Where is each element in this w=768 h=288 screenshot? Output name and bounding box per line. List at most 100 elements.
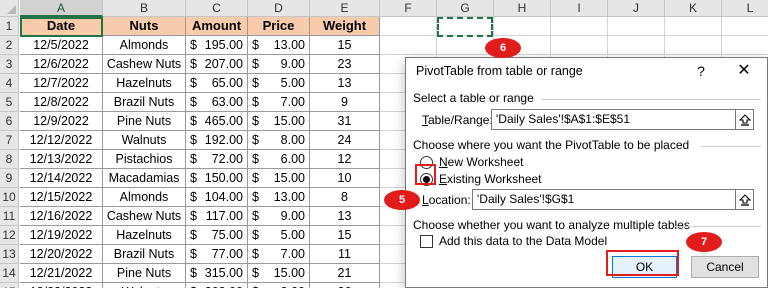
nuts-cell[interactable]: Cashew Nuts — [103, 207, 186, 226]
date-cell[interactable]: 12/8/2022 — [20, 93, 103, 112]
price-cell[interactable]: $5.00 — [248, 74, 310, 93]
weight-cell[interactable]: 12 — [310, 150, 380, 169]
amount-cell[interactable]: $315.00 — [186, 264, 248, 283]
nuts-cell[interactable]: Pistachios — [103, 150, 186, 169]
weight-cell[interactable]: 11 — [310, 245, 380, 264]
empty-cell[interactable] — [608, 36, 665, 55]
column-header-k[interactable]: K — [665, 0, 722, 17]
price-cell[interactable]: $15.00 — [248, 264, 310, 283]
empty-cell[interactable] — [494, 17, 551, 36]
column-header-l[interactable]: L — [722, 0, 768, 17]
date-cell[interactable]: 12/5/2022 — [20, 36, 103, 55]
empty-cell[interactable] — [608, 17, 665, 36]
weight-cell[interactable]: 23 — [310, 55, 380, 74]
row-header-9[interactable]: 9 — [0, 169, 19, 188]
row-header-12[interactable]: 12 — [0, 226, 19, 245]
price-cell[interactable]: $13.00 — [248, 36, 310, 55]
column-header-h[interactable]: H — [494, 0, 551, 17]
table-range-input[interactable]: 'Daily Sales'!$A$1:$E$51 — [491, 109, 736, 130]
empty-cell[interactable] — [380, 36, 437, 55]
price-cell[interactable]: $9.00 — [248, 55, 310, 74]
row-header-15[interactable]: 15 — [0, 283, 19, 288]
weight-cell[interactable]: 9 — [310, 93, 380, 112]
amount-cell[interactable]: $75.00 — [186, 226, 248, 245]
amount-cell[interactable]: $63.00 — [186, 93, 248, 112]
date-cell[interactable]: 12/22/2022 — [20, 283, 103, 288]
date-cell[interactable]: 12/14/2022 — [20, 169, 103, 188]
empty-cell[interactable] — [722, 36, 768, 55]
row-header-11[interactable]: 11 — [0, 207, 19, 226]
row-header-2[interactable]: 2 — [0, 36, 19, 55]
nuts-cell[interactable]: Macadamias — [103, 169, 186, 188]
select-all-corner[interactable] — [0, 0, 19, 17]
date-cell[interactable]: 12/16/2022 — [20, 207, 103, 226]
price-cell[interactable]: $9.00 — [248, 207, 310, 226]
column-header-a[interactable]: A — [20, 0, 103, 17]
nuts-cell[interactable]: Brazil Nuts — [103, 93, 186, 112]
date-cell[interactable]: 12/7/2022 — [20, 74, 103, 93]
nuts-cell[interactable]: Almonds — [103, 188, 186, 207]
date-cell[interactable]: 12/15/2022 — [20, 188, 103, 207]
column-header-e[interactable]: E — [310, 0, 380, 17]
amount-cell[interactable]: $72.00 — [186, 150, 248, 169]
row-header-10[interactable]: 10 — [0, 188, 19, 207]
cancel-button[interactable]: Cancel — [691, 256, 759, 278]
price-cell[interactable]: $6.00 — [248, 150, 310, 169]
weight-cell[interactable]: 13 — [310, 74, 380, 93]
amount-cell[interactable]: $117.00 — [186, 207, 248, 226]
nuts-cell[interactable]: Almonds — [103, 36, 186, 55]
header-cell-price[interactable]: Price — [248, 17, 310, 36]
header-cell-date[interactable]: Date — [20, 17, 103, 36]
table-range-collapse-button[interactable] — [736, 109, 754, 130]
price-cell[interactable]: $15.00 — [248, 169, 310, 188]
date-cell[interactable]: 12/20/2022 — [20, 245, 103, 264]
price-cell[interactable]: $13.00 — [248, 188, 310, 207]
amount-cell[interactable]: $465.00 — [186, 112, 248, 131]
amount-cell[interactable]: $208.00 — [186, 283, 248, 288]
ok-button[interactable]: OK — [612, 256, 677, 278]
amount-cell[interactable]: $207.00 — [186, 55, 248, 74]
header-cell-weight[interactable]: Weight — [310, 17, 380, 36]
column-header-f[interactable]: F — [380, 0, 437, 17]
price-cell[interactable]: $7.00 — [248, 93, 310, 112]
date-cell[interactable]: 12/19/2022 — [20, 226, 103, 245]
empty-cell[interactable] — [665, 17, 722, 36]
amount-cell[interactable]: $192.00 — [186, 131, 248, 150]
weight-cell[interactable]: 15 — [310, 226, 380, 245]
amount-cell[interactable]: $104.00 — [186, 188, 248, 207]
help-button[interactable]: ? — [692, 62, 710, 80]
empty-cell[interactable] — [551, 36, 608, 55]
row-header-4[interactable]: 4 — [0, 74, 19, 93]
close-button[interactable]: ✕ — [730, 60, 758, 82]
amount-cell[interactable]: $195.00 — [186, 36, 248, 55]
weight-cell[interactable]: 15 — [310, 36, 380, 55]
nuts-cell[interactable]: Hazelnuts — [103, 74, 186, 93]
data-model-checkbox[interactable] — [420, 235, 433, 248]
weight-cell[interactable]: 26 — [310, 283, 380, 288]
row-header-7[interactable]: 7 — [0, 131, 19, 150]
amount-cell[interactable]: $65.00 — [186, 74, 248, 93]
location-collapse-button[interactable] — [736, 189, 754, 210]
nuts-cell[interactable]: Walnuts — [103, 283, 186, 288]
nuts-cell[interactable]: Hazelnuts — [103, 226, 186, 245]
nuts-cell[interactable]: Cashew Nuts — [103, 55, 186, 74]
empty-cell[interactable] — [722, 17, 768, 36]
header-cell-amount[interactable]: Amount — [186, 17, 248, 36]
weight-cell[interactable]: 31 — [310, 112, 380, 131]
price-cell[interactable]: $8.00 — [248, 131, 310, 150]
weight-cell[interactable]: 21 — [310, 264, 380, 283]
row-header-8[interactable]: 8 — [0, 150, 19, 169]
date-cell[interactable]: 12/6/2022 — [20, 55, 103, 74]
nuts-cell[interactable]: Pine Nuts — [103, 112, 186, 131]
date-cell[interactable]: 12/9/2022 — [20, 112, 103, 131]
row-header-5[interactable]: 5 — [0, 93, 19, 112]
column-header-d[interactable]: D — [248, 0, 310, 17]
price-cell[interactable]: $15.00 — [248, 112, 310, 131]
amount-cell[interactable]: $150.00 — [186, 169, 248, 188]
column-header-b[interactable]: B — [103, 0, 186, 17]
date-cell[interactable]: 12/21/2022 — [20, 264, 103, 283]
row-header-14[interactable]: 14 — [0, 264, 19, 283]
date-cell[interactable]: 12/13/2022 — [20, 150, 103, 169]
column-header-g[interactable]: G — [437, 0, 494, 17]
empty-cell[interactable] — [380, 17, 437, 36]
